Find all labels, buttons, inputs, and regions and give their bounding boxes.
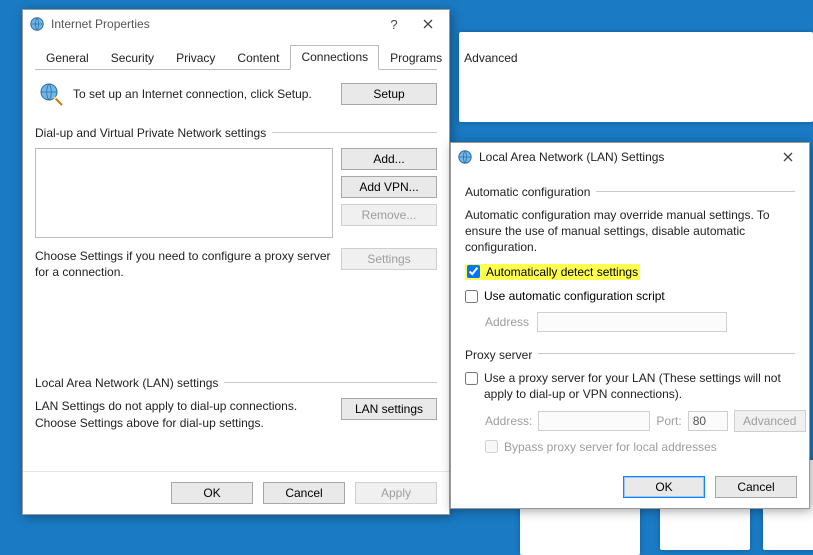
globe-icon bbox=[457, 149, 473, 165]
globe-wand-icon bbox=[37, 80, 65, 108]
add-vpn-button[interactable]: Add VPN... bbox=[341, 176, 437, 198]
auto-config-group-label: Automatic configuration bbox=[465, 185, 590, 199]
window-title: Local Area Network (LAN) Settings bbox=[479, 150, 771, 164]
tab-content[interactable]: Content bbox=[226, 46, 290, 70]
lan-settings-button[interactable]: LAN settings bbox=[341, 398, 437, 420]
bypass-checkbox bbox=[485, 440, 498, 453]
use-proxy-row[interactable]: Use a proxy server for your LAN (These s… bbox=[465, 370, 795, 402]
globe-icon bbox=[29, 16, 45, 32]
remove-button: Remove... bbox=[341, 204, 437, 226]
use-script-row[interactable]: Use automatic configuration script bbox=[465, 289, 665, 303]
tab-programs[interactable]: Programs bbox=[379, 46, 453, 70]
titlebar: Local Area Network (LAN) Settings bbox=[451, 143, 809, 171]
proxy-port-input bbox=[688, 411, 728, 431]
tab-general[interactable]: General bbox=[35, 46, 100, 70]
proxy-advanced-button: Advanced bbox=[734, 410, 806, 432]
bypass-label: Bypass proxy server for local addresses bbox=[504, 440, 717, 454]
window-title: Internet Properties bbox=[51, 17, 377, 31]
use-proxy-checkbox[interactable] bbox=[465, 372, 478, 385]
bypass-row: Bypass proxy server for local addresses bbox=[485, 440, 717, 454]
tab-privacy[interactable]: Privacy bbox=[165, 46, 226, 70]
setup-button[interactable]: Setup bbox=[341, 83, 437, 105]
internet-properties-window: Internet Properties ? General Security P… bbox=[22, 9, 450, 515]
proxy-group-header: Proxy server bbox=[465, 344, 795, 364]
close-button[interactable] bbox=[771, 145, 805, 169]
dialog-footer: OK Cancel bbox=[451, 466, 809, 508]
auto-config-hint: Automatic configuration may override man… bbox=[465, 207, 795, 256]
lan-group-header: Local Area Network (LAN) settings bbox=[35, 372, 437, 392]
tab-advanced[interactable]: Advanced bbox=[453, 46, 528, 70]
choose-settings-hint: Choose Settings if you need to configure… bbox=[35, 248, 333, 280]
tab-security[interactable]: Security bbox=[100, 46, 165, 70]
proxy-address-input bbox=[538, 411, 650, 431]
auto-detect-checkbox[interactable] bbox=[467, 265, 480, 278]
titlebar: Internet Properties ? bbox=[23, 10, 449, 38]
use-proxy-label: Use a proxy server for your LAN (These s… bbox=[484, 370, 795, 402]
auto-detect-row[interactable]: Automatically detect settings bbox=[465, 264, 640, 280]
cancel-button[interactable]: Cancel bbox=[715, 476, 797, 498]
ok-button[interactable]: OK bbox=[171, 482, 253, 504]
auto-detect-label: Automatically detect settings bbox=[486, 265, 638, 279]
proxy-group-label: Proxy server bbox=[465, 348, 532, 362]
close-button[interactable] bbox=[411, 12, 445, 36]
dialup-group-label: Dial-up and Virtual Private Network sett… bbox=[35, 126, 266, 140]
connections-listbox[interactable] bbox=[35, 148, 333, 238]
setup-hint: To set up an Internet connection, click … bbox=[73, 86, 341, 102]
dialup-group-header: Dial-up and Virtual Private Network sett… bbox=[35, 122, 437, 142]
tab-strip: General Security Privacy Content Connect… bbox=[35, 44, 437, 70]
add-button[interactable]: Add... bbox=[341, 148, 437, 170]
cancel-button[interactable]: Cancel bbox=[263, 482, 345, 504]
proxy-address-label: Address: bbox=[485, 414, 532, 428]
lan-hint: LAN Settings do not apply to dial-up con… bbox=[35, 398, 333, 430]
use-script-label: Use automatic configuration script bbox=[484, 289, 665, 303]
dialog-footer: OK Cancel Apply bbox=[23, 471, 449, 514]
use-script-checkbox[interactable] bbox=[465, 290, 478, 303]
script-address-input bbox=[537, 312, 727, 332]
script-address-label: Address bbox=[485, 315, 537, 329]
lan-group-label: Local Area Network (LAN) settings bbox=[35, 376, 218, 390]
proxy-port-label: Port: bbox=[656, 414, 681, 428]
tab-connections[interactable]: Connections bbox=[290, 45, 379, 70]
settings-button: Settings bbox=[341, 248, 437, 270]
apply-button: Apply bbox=[355, 482, 437, 504]
help-button[interactable]: ? bbox=[377, 12, 411, 36]
lan-settings-window: Local Area Network (LAN) Settings Automa… bbox=[450, 142, 810, 509]
auto-config-group-header: Automatic configuration bbox=[465, 181, 795, 201]
ok-button[interactable]: OK bbox=[623, 476, 705, 498]
